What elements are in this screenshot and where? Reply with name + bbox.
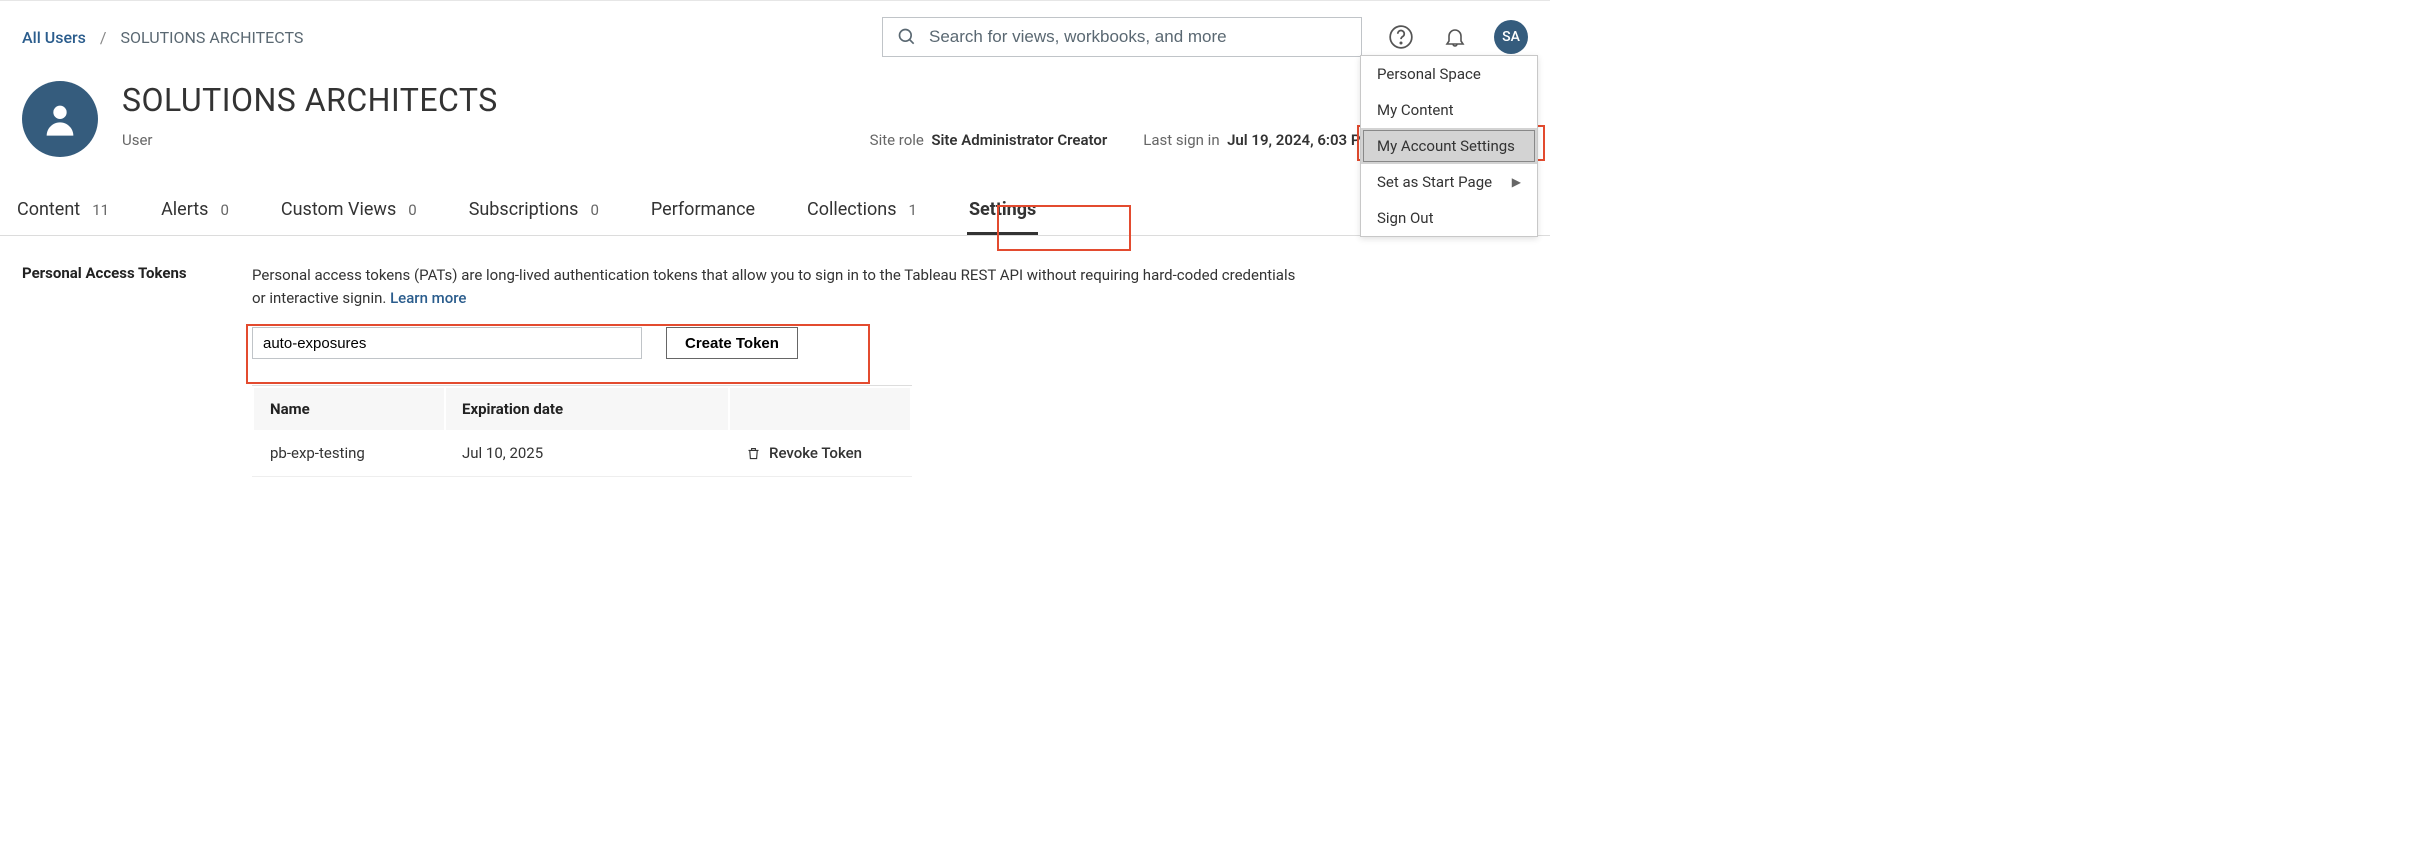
tab-count: 0 [220,201,228,219]
tab-count: 1 [909,201,917,219]
tab-label: Performance [651,199,755,220]
last-signin-label: Last sign in [1143,131,1219,149]
site-role-value: Site Administrator Creator [931,131,1107,149]
person-icon [40,99,80,139]
tab-label: Collections [807,199,896,220]
token-name-input[interactable] [252,327,642,359]
user-avatar-button[interactable]: SA [1494,20,1528,54]
revoke-token-button[interactable]: Revoke Token [746,444,894,462]
tab-performance[interactable]: Performance [649,191,757,235]
token-table: Name Expiration date pb-exp-testing Jul … [252,385,912,477]
user-avatar-large [22,81,98,157]
site-role-label: Site role [870,131,924,149]
tab-label: Custom Views [281,199,396,220]
tab-label: Subscriptions [469,199,579,220]
table-row: pb-exp-testing Jul 10, 2025 Revoke Token [254,432,910,474]
breadcrumb-separator: / [100,28,107,47]
tab-content[interactable]: Content 11 [15,191,111,235]
tab-label: Settings [969,199,1036,220]
header-main: SOLUTIONS ARCHITECTS User Site role Site… [122,81,1528,149]
menu-item-my-account-settings[interactable]: My Account Settings [1361,128,1537,164]
pat-section: Personal Access Tokens Personal access t… [0,236,1550,505]
pat-section-label: Personal Access Tokens [22,264,212,477]
token-name-cell: pb-exp-testing [254,432,444,474]
top-right-controls: SA [882,17,1528,57]
header-sub: User Site role Site Administrator Creato… [122,131,1528,149]
user-menu: Personal Space My Content My Account Set… [1360,55,1538,237]
menu-item-sign-out[interactable]: Sign Out [1361,200,1537,236]
trash-icon [746,446,761,461]
app-container: All Users / SOLUTIONS ARCHITECTS SA SOLU… [0,0,1550,505]
tabs: Content 11 Alerts 0 Custom Views 0 Subsc… [0,173,1550,236]
menu-item-my-content[interactable]: My Content [1361,92,1537,128]
tab-label: Alerts [161,199,208,220]
tab-custom-views[interactable]: Custom Views 0 [279,191,419,235]
menu-item-label: Sign Out [1377,209,1433,227]
search-input[interactable] [929,27,1347,47]
chevron-right-icon: ▶ [1512,175,1521,189]
tab-count: 0 [590,201,598,219]
revoke-label: Revoke Token [769,444,862,462]
top-row: All Users / SOLUTIONS ARCHITECTS SA [0,1,1550,67]
search-box[interactable] [882,17,1362,57]
learn-more-link[interactable]: Learn more [390,289,466,307]
tab-count: 11 [92,201,109,219]
create-token-button[interactable]: Create Token [666,327,798,359]
tab-alerts[interactable]: Alerts 0 [159,191,231,235]
col-name: Name [254,388,444,430]
tab-settings[interactable]: Settings [967,191,1038,235]
last-sign-in: Last sign in Jul 19, 2024, 6:03 PM [1143,131,1373,149]
menu-item-label: Set as Start Page [1377,173,1492,191]
token-exp-cell: Jul 10, 2025 [446,432,728,474]
help-icon [1388,24,1414,50]
site-role: Site role Site Administrator Creator [870,131,1108,149]
page-title: SOLUTIONS ARCHITECTS [122,81,1528,119]
col-expiration: Expiration date [446,388,728,430]
tab-label: Content [17,199,80,220]
menu-item-label: My Account Settings [1377,137,1515,155]
menu-item-label: Personal Space [1377,65,1481,83]
breadcrumb-root-link[interactable]: All Users [22,28,86,47]
pat-description: Personal access tokens (PATs) are long-l… [252,264,1312,309]
last-signin-value: Jul 19, 2024, 6:03 PM [1227,131,1374,149]
menu-item-personal-space[interactable]: Personal Space [1361,56,1537,92]
search-icon [897,27,917,47]
tab-collections[interactable]: Collections 1 [805,191,919,235]
menu-item-label: My Content [1377,101,1454,119]
tab-subscriptions[interactable]: Subscriptions 0 [467,191,601,235]
tab-count: 0 [408,201,416,219]
table-header-row: Name Expiration date [254,388,910,430]
page-header: SOLUTIONS ARCHITECTS User Site role Site… [0,67,1550,157]
help-button[interactable] [1386,22,1416,52]
bell-icon [1443,25,1467,49]
breadcrumb: All Users / SOLUTIONS ARCHITECTS [22,28,303,47]
menu-item-set-start-page[interactable]: Set as Start Page ▶ [1361,164,1537,200]
token-controls: Create Token [252,327,1312,359]
col-actions [730,388,910,430]
pat-section-body: Personal access tokens (PATs) are long-l… [252,264,1312,477]
breadcrumb-current: SOLUTIONS ARCHITECTS [121,28,304,47]
notifications-button[interactable] [1440,22,1470,52]
user-role: User [122,131,153,149]
